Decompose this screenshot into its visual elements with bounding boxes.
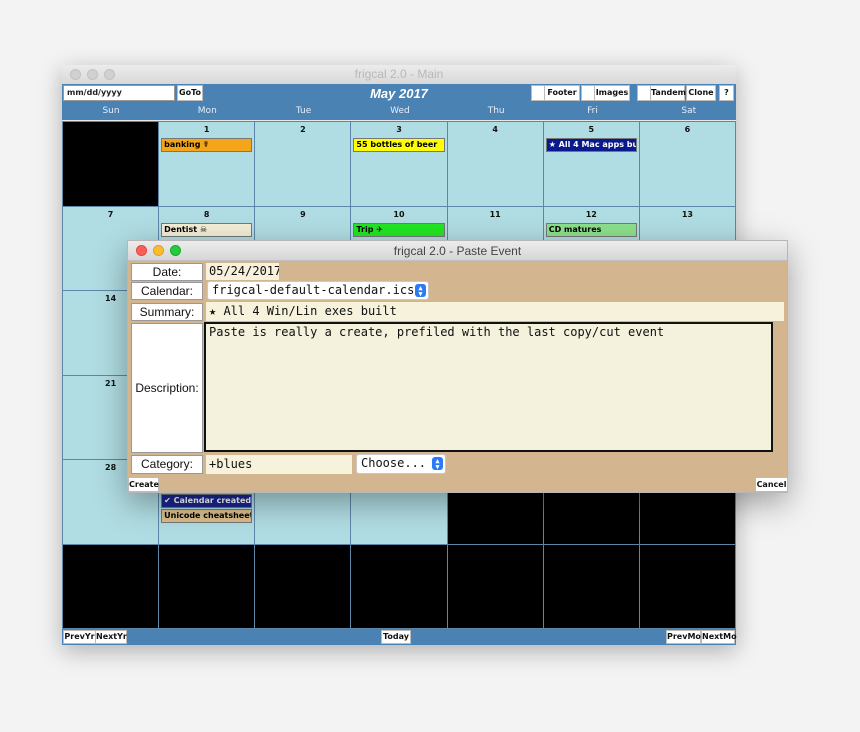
weekday-wed: Wed bbox=[390, 106, 410, 116]
day-number: 3 bbox=[396, 125, 402, 134]
images-label[interactable]: Images bbox=[595, 85, 630, 101]
dialog-titlebar: frigcal 2.0 - Paste Event bbox=[128, 241, 787, 261]
paste-event-dialog: frigcal 2.0 - Paste Event Date: 05/24/20… bbox=[127, 240, 788, 493]
day-number: 5 bbox=[588, 125, 595, 134]
today-button[interactable]: Today bbox=[381, 630, 411, 644]
event-mac-apps[interactable]: ★ All 4 Mac apps built bbox=[545, 138, 637, 152]
day-cell[interactable]: 2 bbox=[255, 122, 351, 206]
calendar-select-value: frigcal-default-calendar.ics bbox=[212, 283, 415, 297]
day-cell[interactable]: 3 55 bottles of beer bbox=[351, 122, 447, 206]
day-cell-empty bbox=[159, 544, 255, 628]
day-cell-empty bbox=[63, 544, 159, 628]
dialog-title: frigcal 2.0 - Paste Event bbox=[393, 244, 522, 258]
close-icon[interactable] bbox=[70, 69, 81, 80]
next-year-button[interactable]: NextYr bbox=[95, 630, 127, 644]
category-choose-select[interactable]: Choose... ▲ ▼ bbox=[356, 454, 446, 474]
calendar-select[interactable]: frigcal-default-calendar.ics ▲ ▼ bbox=[207, 281, 429, 300]
create-button[interactable]: Create bbox=[128, 477, 159, 492]
dialog-window-controls bbox=[136, 245, 181, 256]
weekday-tue: Tue bbox=[295, 106, 312, 116]
minimize-icon[interactable] bbox=[87, 69, 98, 80]
event-calendar-created[interactable]: ✔ Calendar created bbox=[161, 494, 253, 508]
category-label: Category: bbox=[131, 455, 203, 474]
event-dentist[interactable]: Dentist ☠ bbox=[161, 222, 253, 237]
day-cell[interactable]: 5 ★ All 4 Mac apps built bbox=[543, 122, 639, 206]
close-icon[interactable] bbox=[136, 245, 147, 256]
prev-year-button[interactable]: PrevYr bbox=[63, 630, 96, 644]
prev-month-button[interactable]: PrevMo bbox=[666, 630, 701, 644]
day-cell[interactable]: 6 bbox=[639, 122, 735, 206]
day-cell-empty bbox=[639, 544, 735, 628]
footer-checkbox[interactable] bbox=[531, 85, 545, 101]
zoom-icon[interactable] bbox=[104, 69, 115, 80]
weekday-thu: Thu bbox=[487, 106, 505, 116]
date-field[interactable]: 05/24/2017 bbox=[206, 263, 279, 280]
day-number: 6 bbox=[684, 125, 691, 134]
event-cd-matures[interactable]: CD matures bbox=[545, 222, 637, 237]
day-cell[interactable]: 4 bbox=[447, 122, 543, 206]
day-number: 13 bbox=[681, 209, 693, 219]
day-number: 7 bbox=[107, 209, 114, 219]
bottom-navbar: PrevYr NextYr Today PrevMo NextMo bbox=[62, 629, 737, 645]
choose-select-label: Choose... bbox=[361, 456, 427, 470]
weekday-sat: Sat bbox=[681, 106, 697, 116]
window-controls bbox=[70, 69, 115, 80]
weekday-header: Sun Mon Tue Wed Thu Fri Sat bbox=[62, 103, 736, 120]
calendar-label: Calendar: bbox=[131, 282, 203, 300]
zoom-icon[interactable] bbox=[170, 245, 181, 256]
next-month-button[interactable]: NextMo bbox=[701, 630, 737, 644]
day-cell-empty bbox=[255, 544, 351, 628]
cancel-button[interactable]: Cancel bbox=[755, 477, 788, 492]
day-cell-empty bbox=[447, 544, 543, 628]
date-input[interactable]: mm/dd/yyyy bbox=[63, 85, 175, 101]
day-cell-empty bbox=[351, 544, 447, 628]
main-window-title: frigcal 2.0 - Main bbox=[354, 67, 444, 81]
event-beer[interactable]: 55 bottles of beer bbox=[353, 138, 445, 152]
updown-chevron-icon: ▲ ▼ bbox=[432, 457, 443, 471]
description-textarea[interactable]: Paste is really a create, prefiled with … bbox=[204, 322, 773, 452]
day-number: 9 bbox=[300, 209, 306, 219]
description-label: Description: bbox=[131, 323, 203, 453]
weekday-sun: Sun bbox=[102, 106, 120, 116]
date-label: Date: bbox=[131, 263, 203, 281]
help-button[interactable]: ? bbox=[719, 85, 734, 101]
day-number: 8 bbox=[203, 209, 210, 219]
summary-field[interactable]: ★ All 4 Win/Lin exes built bbox=[206, 302, 784, 321]
updown-chevron-icon: ▲ ▼ bbox=[415, 284, 426, 298]
weekday-fri: Fri bbox=[587, 106, 598, 116]
event-trip[interactable]: Trip ✈ bbox=[353, 222, 445, 237]
tandem-label[interactable]: Tandem bbox=[651, 85, 686, 101]
day-number: 4 bbox=[492, 125, 498, 134]
day-number: 10 bbox=[393, 209, 405, 219]
day-number: 1 bbox=[203, 125, 210, 134]
goto-button[interactable]: GoTo bbox=[177, 85, 203, 101]
day-cell-empty bbox=[543, 544, 639, 628]
weekday-mon: Mon bbox=[197, 106, 217, 116]
event-unicode-cheatsheet[interactable]: Unicode cheatsheet bbox=[161, 509, 253, 523]
day-number: 2 bbox=[300, 125, 306, 134]
clone-button[interactable]: Clone bbox=[686, 85, 716, 101]
category-field[interactable]: +blues bbox=[206, 455, 352, 474]
minimize-icon[interactable] bbox=[153, 245, 164, 256]
main-titlebar: frigcal 2.0 - Main bbox=[62, 65, 736, 84]
day-number: 12 bbox=[585, 209, 597, 219]
tandem-checkbox[interactable] bbox=[637, 85, 651, 101]
top-toolbar: mm/dd/yyyy GoTo May 2017 Footer Images T… bbox=[62, 84, 736, 103]
day-number: 11 bbox=[489, 209, 501, 219]
summary-label: Summary: bbox=[131, 303, 203, 321]
day-cell[interactable]: 1 banking ☤ bbox=[159, 122, 255, 206]
day-cell-empty bbox=[63, 122, 159, 206]
footer-label[interactable]: Footer bbox=[545, 85, 580, 101]
event-banking[interactable]: banking ☤ bbox=[161, 138, 253, 152]
images-checkbox[interactable] bbox=[581, 85, 595, 101]
